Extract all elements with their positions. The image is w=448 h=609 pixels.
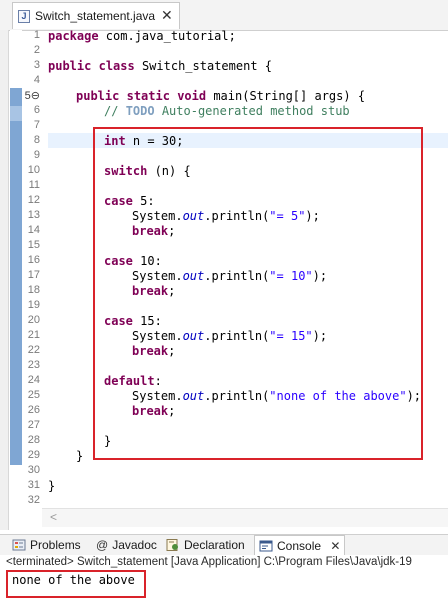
code-line: default: — [104, 374, 162, 388]
line-number: 14 — [27, 224, 40, 236]
code-line: case 5: — [104, 194, 155, 208]
code-line: break; — [132, 284, 176, 298]
code-line: package com.java_tutorial; — [48, 29, 236, 43]
editor-tab-label: Switch_statement.java — [35, 9, 156, 23]
views-tab-bar: Problems @ Javadoc Declaration Console ✕ — [0, 534, 448, 555]
line-number: 11 — [28, 179, 40, 191]
scroll-left-arrow-icon[interactable]: < — [50, 510, 57, 524]
code-line: case 15: — [104, 314, 162, 328]
java-file-icon: J — [18, 10, 30, 23]
tab-javadoc[interactable]: @ Javadoc — [96, 535, 157, 555]
code-line: } — [104, 434, 112, 448]
line-number: 27 — [27, 419, 40, 431]
code-line: break; — [132, 404, 176, 418]
line-number: 9 — [33, 149, 40, 161]
code-line: System.out.println("= 5"); — [132, 209, 320, 223]
line-number: 1 — [33, 29, 40, 41]
code-line: } — [48, 479, 56, 493]
editor-tab-bar: J Switch_statement.java ✕ — [0, 0, 448, 31]
line-number: 31 — [27, 479, 40, 491]
line-number: 24 — [27, 374, 40, 386]
tab-label: Declaration — [184, 538, 245, 552]
line-number: 20 — [27, 314, 40, 326]
close-icon[interactable]: ✕ — [161, 7, 173, 24]
code-line: System.out.println("= 15"); — [132, 329, 328, 343]
console-icon — [259, 540, 273, 552]
line-number: 12 — [27, 194, 40, 206]
tab-problems[interactable]: Problems — [12, 535, 81, 555]
problems-icon — [12, 539, 26, 551]
code-line: System.out.println("none of the above"); — [132, 389, 422, 403]
declaration-icon — [166, 539, 178, 551]
tab-console[interactable]: Console ✕ — [254, 535, 346, 555]
line-number: 32 — [27, 494, 40, 506]
line-number: 2 — [33, 44, 40, 56]
line-number: 25 — [27, 389, 40, 401]
line-number: 4 — [33, 74, 40, 86]
left-panel-edge — [0, 30, 9, 530]
change-marker — [10, 121, 22, 465]
code-line: System.out.println("= 10"); — [132, 269, 328, 283]
horizontal-scrollbar[interactable]: < — [42, 508, 448, 527]
console-status: <terminated> Switch_statement [Java Appl… — [6, 556, 412, 568]
line-number: 6 — [33, 104, 40, 116]
line-number: 15 — [27, 239, 40, 251]
tab-declaration[interactable]: Declaration — [166, 535, 245, 555]
code-line: break; — [132, 224, 176, 238]
line-number: 19 — [27, 299, 40, 311]
line-number: 3 — [33, 59, 40, 71]
line-number: 7 — [33, 119, 40, 131]
line-number: 10 — [27, 164, 40, 176]
line-number: 22 — [27, 344, 40, 356]
task-marker-icon — [10, 106, 22, 121]
code-line: // TODO Auto-generated method stub — [104, 104, 350, 118]
line-number: 28 — [27, 434, 40, 446]
fold-toggle[interactable]: 5⊖ — [22, 89, 40, 102]
tab-label: Console — [277, 539, 322, 553]
line-number: 17 — [27, 269, 40, 281]
line-number: 21 — [27, 329, 40, 341]
tab-label: Problems — [30, 538, 81, 552]
editor-tab-switch-statement[interactable]: J Switch_statement.java ✕ — [12, 2, 180, 29]
change-marker — [10, 88, 22, 106]
at-icon: @ — [96, 538, 109, 552]
line-number: 18 — [27, 284, 40, 296]
code-line: break; — [132, 344, 176, 358]
line-number: 16 — [27, 254, 40, 266]
close-icon[interactable]: ✕ — [330, 539, 340, 553]
line-number: 23 — [27, 359, 40, 371]
line-number: 26 — [27, 404, 40, 416]
line-number: 30 — [27, 464, 40, 476]
code-line: public static void main(String[] args) { — [76, 89, 366, 103]
code-line: case 10: — [104, 254, 162, 268]
line-number: 13 — [27, 209, 40, 221]
code-line: public class Switch_statement { — [48, 59, 272, 73]
code-line: } — [76, 449, 84, 463]
console-output[interactable]: none of the above — [12, 573, 135, 587]
line-number: 29 — [27, 449, 40, 461]
code-line: int n = 30; — [104, 134, 184, 148]
line-number: 8 — [33, 134, 40, 146]
tab-label: Javadoc — [112, 538, 157, 552]
code-line: switch (n) { — [104, 164, 191, 178]
